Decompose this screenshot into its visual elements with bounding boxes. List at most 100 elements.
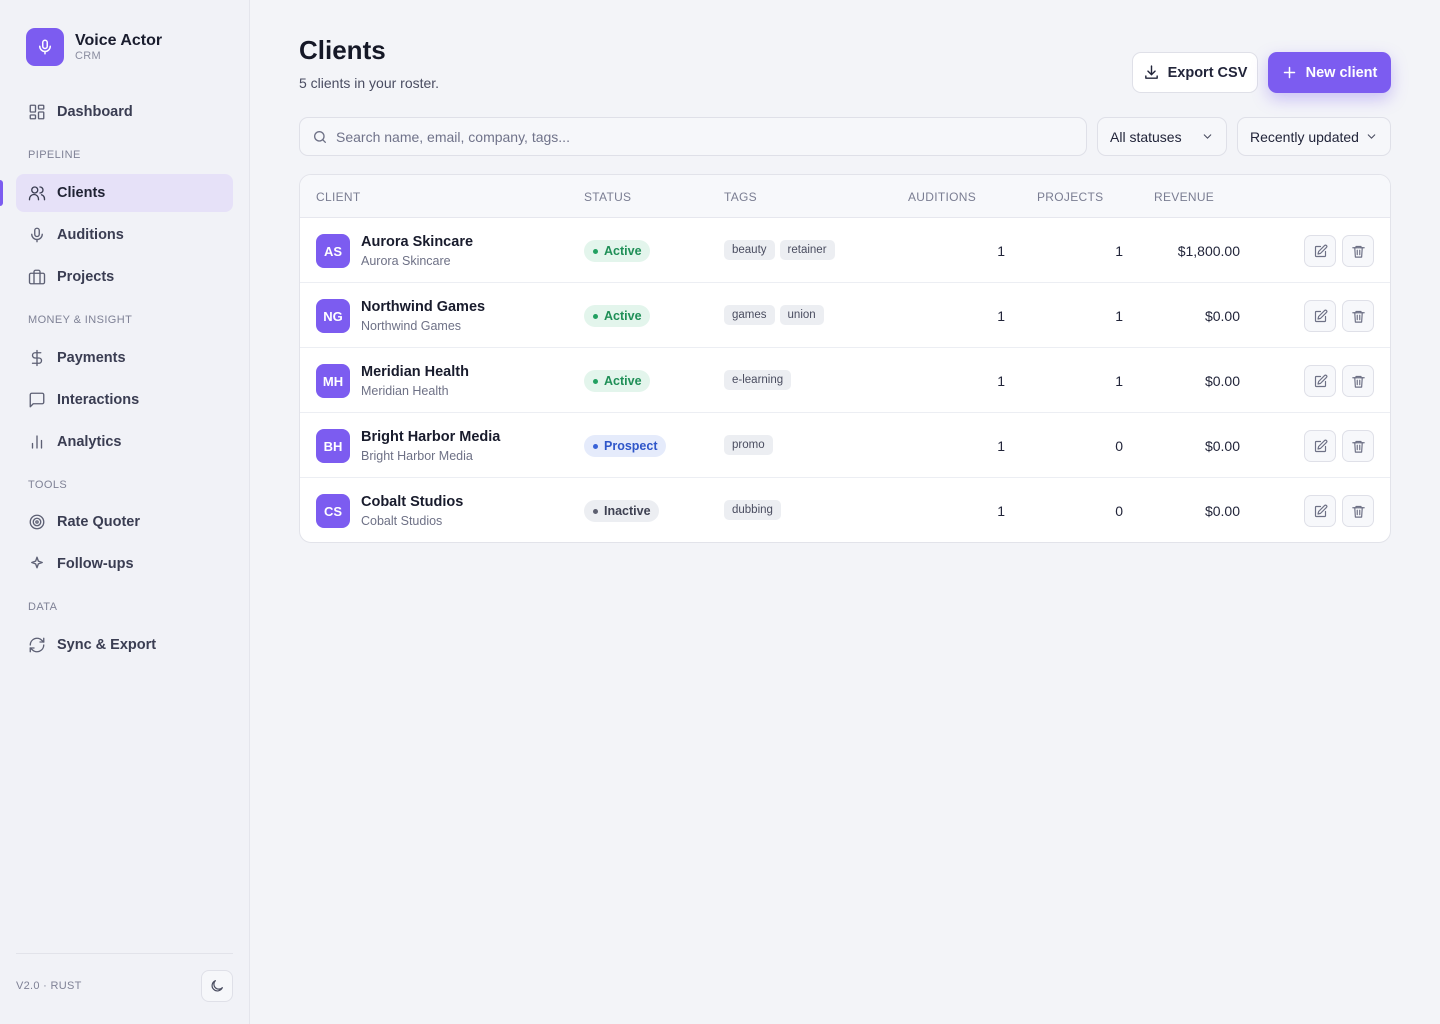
- sidebar-item-rate-quoter[interactable]: Rate Quoter: [16, 503, 233, 541]
- sidebar-item-auditions[interactable]: Auditions: [16, 216, 233, 254]
- nav-section-tools: TOOLS: [28, 479, 68, 491]
- row-actions: [1304, 300, 1380, 332]
- sidebar-item-follow-ups[interactable]: Follow-ups: [16, 545, 233, 583]
- nav-section-pipeline: PIPELINE: [28, 149, 81, 161]
- clients-table: CLIENT STATUS TAGS AUDITIONS PROJECTS RE…: [299, 174, 1391, 543]
- delete-button[interactable]: [1342, 235, 1374, 267]
- tag-chip[interactable]: dubbing: [724, 500, 781, 520]
- status-dot: [593, 313, 598, 319]
- tag-chip[interactable]: union: [779, 305, 824, 325]
- column-header-auditions[interactable]: AUDITIONS: [908, 190, 976, 204]
- avatar: AS: [316, 234, 350, 268]
- table-row[interactable]: MH Meridian Health Meridian Health Activ…: [300, 348, 1390, 413]
- client-company: Meridian Health: [361, 384, 449, 398]
- client-company: Aurora Skincare: [361, 254, 451, 268]
- sidebar-item-label: Auditions: [57, 227, 124, 243]
- sidebar-item-interactions[interactable]: Interactions: [16, 381, 233, 419]
- tags-list: games union: [724, 305, 829, 325]
- search-icon: [312, 129, 328, 145]
- auditions-count: 1: [997, 308, 1005, 324]
- brand[interactable]: Voice Actor CRM: [26, 28, 162, 66]
- sidebar-item-sync-export[interactable]: Sync & Export: [16, 626, 233, 664]
- avatar: NG: [316, 299, 350, 333]
- delete-button[interactable]: [1342, 430, 1374, 462]
- sidebar-item-label: Payments: [57, 350, 126, 366]
- client-name[interactable]: Aurora Skincare: [361, 234, 473, 250]
- sidebar-item-label: Sync & Export: [57, 637, 157, 653]
- delete-button[interactable]: [1342, 495, 1374, 527]
- trash-icon: [1351, 374, 1366, 389]
- row-actions: [1304, 235, 1380, 267]
- table-row[interactable]: NG Northwind Games Northwind Games Activ…: [300, 283, 1390, 348]
- column-header-tags[interactable]: TAGS: [724, 190, 757, 204]
- table-row[interactable]: BH Bright Harbor Media Bright Harbor Med…: [300, 413, 1390, 478]
- column-header-client[interactable]: CLIENT: [316, 190, 360, 204]
- tag-chip[interactable]: retainer: [779, 240, 835, 260]
- edit-icon: [1313, 309, 1328, 324]
- tags-list: dubbing: [724, 500, 786, 520]
- auditions-count: 1: [997, 243, 1005, 259]
- client-company: Northwind Games: [361, 319, 462, 333]
- edit-button[interactable]: [1304, 300, 1336, 332]
- page-title: Clients: [299, 35, 386, 65]
- column-header-status[interactable]: STATUS: [584, 190, 631, 204]
- sidebar-item-clients[interactable]: Clients: [16, 174, 233, 212]
- delete-button[interactable]: [1342, 300, 1374, 332]
- target-icon: [27, 512, 47, 532]
- row-actions: [1304, 430, 1380, 462]
- divider: [16, 953, 233, 954]
- sidebar-item-label: Rate Quoter: [57, 514, 140, 530]
- status-filter-select[interactable]: All statuses: [1097, 117, 1227, 156]
- tag-chip[interactable]: e-learning: [724, 370, 792, 390]
- edit-button[interactable]: [1304, 495, 1336, 527]
- sort-value: Recently updated: [1250, 128, 1359, 145]
- status-dot: [593, 248, 598, 254]
- briefcase-icon: [27, 267, 47, 287]
- tag-chip[interactable]: beauty: [724, 240, 775, 260]
- client-name[interactable]: Cobalt Studios: [361, 494, 463, 510]
- edit-button[interactable]: [1304, 365, 1336, 397]
- export-csv-label: Export CSV: [1167, 64, 1248, 81]
- status-dot: [593, 508, 598, 514]
- trash-icon: [1351, 504, 1366, 519]
- sidebar-item-payments[interactable]: Payments: [16, 339, 233, 377]
- tags-list: e-learning: [724, 370, 796, 390]
- sort-select[interactable]: Recently updated: [1237, 117, 1391, 156]
- new-client-button[interactable]: New client: [1268, 52, 1391, 93]
- tag-chip[interactable]: games: [724, 305, 775, 325]
- export-csv-button[interactable]: Export CSV: [1132, 52, 1258, 93]
- table-header: CLIENT STATUS TAGS AUDITIONS PROJECTS RE…: [300, 175, 1390, 218]
- active-indicator: [0, 180, 3, 206]
- status-dot: [593, 378, 598, 384]
- nav-section-data: DATA: [28, 601, 58, 613]
- status-filter-value: All statuses: [1110, 128, 1182, 145]
- chevron-down-icon: [1365, 130, 1378, 143]
- sidebar-item-analytics[interactable]: Analytics: [16, 423, 233, 461]
- auditions-count: 1: [997, 438, 1005, 454]
- search-input[interactable]: [336, 128, 1056, 145]
- column-header-projects[interactable]: PROJECTS: [1037, 190, 1103, 204]
- sidebar-item-dashboard[interactable]: Dashboard: [16, 93, 233, 131]
- page-subtitle: 5 clients in your roster.: [299, 75, 440, 91]
- tag-chip[interactable]: promo: [724, 435, 773, 455]
- status-label: Inactive: [604, 504, 651, 518]
- plus-icon: [1282, 65, 1297, 80]
- version-label: V2.0 · RUST: [16, 980, 82, 992]
- column-header-revenue[interactable]: REVENUE: [1154, 190, 1214, 204]
- sidebar-item-projects[interactable]: Projects: [16, 258, 233, 296]
- edit-button[interactable]: [1304, 235, 1336, 267]
- table-row[interactable]: CS Cobalt Studios Cobalt Studios Inactiv…: [300, 478, 1390, 542]
- edit-button[interactable]: [1304, 430, 1336, 462]
- table-row[interactable]: AS Aurora Skincare Aurora Skincare Activ…: [300, 218, 1390, 283]
- client-name[interactable]: Bright Harbor Media: [361, 429, 500, 445]
- client-name[interactable]: Meridian Health: [361, 364, 469, 380]
- edit-icon: [1313, 504, 1328, 519]
- client-name[interactable]: Northwind Games: [361, 299, 485, 315]
- status-label: Prospect: [604, 439, 658, 453]
- bar-chart-icon: [27, 432, 47, 452]
- theme-toggle-button[interactable]: [201, 970, 233, 1002]
- projects-count: 0: [1115, 503, 1123, 519]
- revenue-value: $0.00: [1204, 438, 1240, 454]
- moon-icon: [209, 978, 225, 994]
- delete-button[interactable]: [1342, 365, 1374, 397]
